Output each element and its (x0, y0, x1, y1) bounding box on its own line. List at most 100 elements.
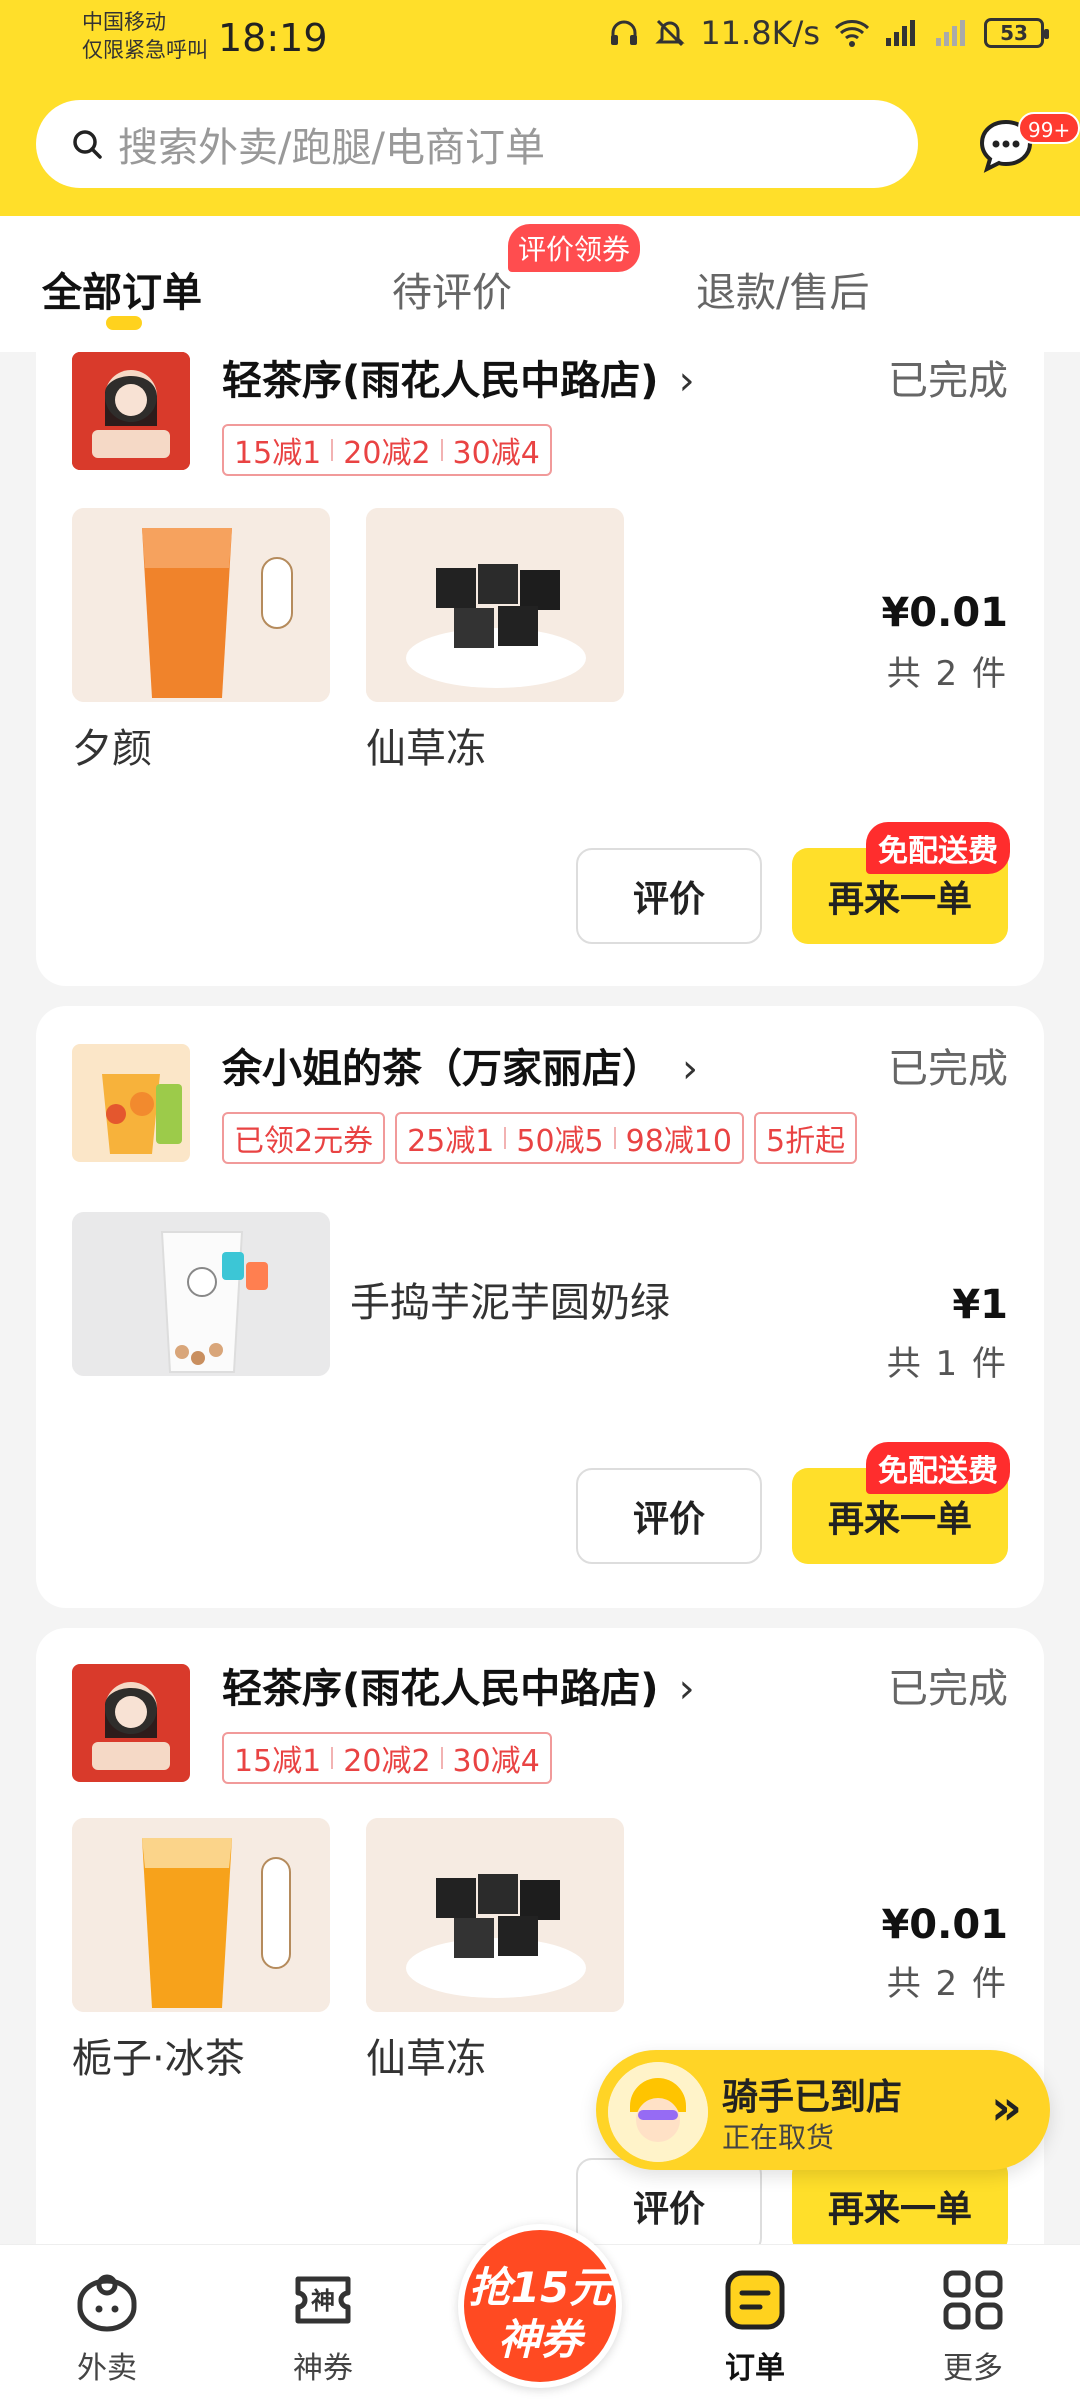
search-bar[interactable]: 搜索外卖/跑腿/电商订单 (36, 100, 918, 188)
item-count: 共 2 件 (886, 654, 1008, 694)
item-count: 共 2 件 (886, 1964, 1008, 2004)
chevron-right-icon: › (678, 358, 695, 404)
review-button[interactable]: 评价 (576, 2158, 762, 2244)
order-price: ¥0.01 (881, 590, 1008, 636)
free-delivery-badge: 免配送费 (866, 1442, 1010, 1494)
rider-subtitle: 正在取货 (722, 2121, 835, 2154)
item-image[interactable] (72, 508, 330, 702)
shop-name[interactable]: 轻茶序(雨花人民中路店) › (222, 352, 695, 406)
milk-tea-image (72, 1212, 330, 1376)
promo-tag: 25减1 50减5 98减10 (395, 1112, 744, 1164)
shop-logo[interactable] (72, 352, 190, 470)
chevron-right-icon: › (682, 1046, 698, 1092)
promo-text: 30减4 (452, 436, 540, 471)
more-grid-icon (943, 2270, 1003, 2330)
review-button[interactable]: 评价 (576, 1468, 762, 1564)
tab-all-orders[interactable]: 全部订单 (42, 260, 202, 318)
wifi-icon (834, 20, 870, 47)
promo-text: 20减2 (343, 1744, 431, 1779)
order-status: 已完成 (888, 1046, 1008, 1092)
item-image[interactable] (366, 1818, 624, 2012)
rider-status-banner[interactable]: 骑手已到店 正在取货 » (596, 2050, 1050, 2170)
signal-2-icon (936, 20, 965, 46)
review-coupon-badge: 评价领券 (508, 224, 641, 272)
carrier-info: 中国移动 仅限紧急呼叫 (82, 8, 208, 64)
order-price: ¥1 (952, 1282, 1008, 1328)
shop-name-text: 轻茶序(雨花人民中路店) (222, 1666, 659, 1712)
rider-avatar (608, 2062, 708, 2162)
shop-logo-image (72, 1664, 190, 1782)
rider-avatar-image (608, 2062, 708, 2162)
nav-more[interactable]: 更多 (898, 2245, 1048, 2387)
rider-title: 骑手已到店 (722, 2077, 903, 2118)
nav-label: 外卖 (77, 2351, 137, 2386)
order-status: 已完成 (888, 1666, 1008, 1712)
tea-cup-image (72, 508, 330, 702)
status-icons: 11.8K/s 53 (608, 14, 1049, 52)
order-price: ¥0.01 (881, 1902, 1008, 1948)
signal-icon (886, 20, 915, 46)
promo-text: 20减2 (343, 436, 431, 471)
shop-logo[interactable] (72, 1044, 190, 1162)
nav-orders[interactable]: 订单 (680, 2245, 830, 2387)
network-speed: 11.8K/s (700, 14, 820, 52)
free-delivery-badge: 免配送费 (866, 822, 1010, 874)
carrier-emergency: 仅限紧急呼叫 (82, 38, 208, 62)
coupon-promo-button[interactable]: 抢15元 神券 (458, 2224, 622, 2388)
status-bar: 中国移动 仅限紧急呼叫 18:19 11.8K/s 53 (0, 0, 1080, 80)
discount-tag: 5折起 (753, 1112, 858, 1164)
search-placeholder: 搜索外卖/跑腿/电商订单 (118, 125, 545, 171)
shop-name-text: 余小姐的茶（万家丽店） (222, 1046, 662, 1092)
promo-tag: 15减1 20减2 30减4 (222, 1732, 552, 1784)
item-image[interactable] (366, 508, 624, 702)
tab-refund[interactable]: 退款/售后 (696, 260, 869, 318)
shop-name[interactable]: 轻茶序(雨花人民中路店) › (222, 1656, 695, 1714)
order-again-button[interactable]: 再来一单 (792, 2158, 1008, 2244)
app-header: 中国移动 仅限紧急呼叫 18:19 11.8K/s 53 搜索外卖/跑腿/电商订… (0, 0, 1080, 216)
tab-pending-review[interactable]: 待评价 (392, 260, 512, 318)
search-icon (73, 130, 102, 159)
item-name: 夕颜 (72, 726, 152, 772)
shop-logo-image (72, 1044, 190, 1162)
coupon-claimed-tag: 已领2元券 (222, 1112, 386, 1164)
shop-name-text: 轻茶序(雨花人民中路店) (222, 358, 659, 404)
mute-bell-icon (655, 19, 685, 47)
promo-line-2: 神券 (497, 2315, 582, 2364)
shop-logo[interactable] (72, 1664, 190, 1782)
promo-text: 15减1 (234, 1744, 322, 1779)
clock: 18:19 (218, 16, 328, 60)
promo-text: 30减4 (452, 1744, 540, 1779)
svg-text:神: 神 (311, 2287, 335, 2315)
promo-tags: 已领2元券 25减1 50减5 98减10 5折起 (222, 1112, 858, 1164)
nav-coupons[interactable]: 神 神券 (248, 2245, 398, 2387)
nav-takeout[interactable]: 外卖 (32, 2245, 182, 2387)
message-badge: 99+ (1018, 112, 1080, 144)
nav-label: 神券 (293, 2351, 353, 2386)
item-name: 手捣芋泥芋圆奶绿 (350, 1280, 670, 1326)
promo-text: 15减1 (234, 436, 322, 471)
review-button[interactable]: 评价 (576, 848, 762, 944)
item-name: 仙草冻 (366, 726, 486, 772)
headphones-icon (611, 20, 638, 45)
item-image[interactable] (72, 1212, 330, 1376)
order-card[interactable]: 轻茶序(雨花人民中路店) › 已完成 15减1 20减2 30减4 夕颜 仙草冻 … (36, 352, 1044, 986)
order-card[interactable]: 余小姐的茶（万家丽店） › 已完成 已领2元券 25减1 50减5 98减10 5… (36, 1006, 1044, 1608)
promo-text: 25减1 (407, 1124, 495, 1159)
promo-text: 98减10 (625, 1124, 732, 1159)
item-image[interactable] (72, 1818, 330, 2012)
promo-tag: 15减1 20减2 30减4 (222, 424, 552, 476)
order-status: 已完成 (888, 358, 1008, 404)
iced-tea-image (72, 1818, 330, 2012)
item-count: 共 1 件 (886, 1344, 1008, 1384)
promo-text: 50减5 (516, 1124, 604, 1159)
promo-tags: 15减1 20减2 30减4 (222, 424, 552, 476)
coupon-icon: 神 (295, 2276, 351, 2324)
grass-jelly-image (366, 1818, 624, 2012)
order-tabs: 全部订单 待评价 评价领券 退款/售后 (0, 216, 1080, 352)
carrier-name: 中国移动 (82, 10, 166, 34)
item-name: 仙草冻 (366, 2036, 486, 2082)
battery-icon: 53 (984, 18, 1049, 48)
active-tab-indicator (106, 316, 142, 330)
shop-name[interactable]: 余小姐的茶（万家丽店） › (222, 1036, 698, 1094)
chevron-right-icon: › (678, 1666, 695, 1712)
